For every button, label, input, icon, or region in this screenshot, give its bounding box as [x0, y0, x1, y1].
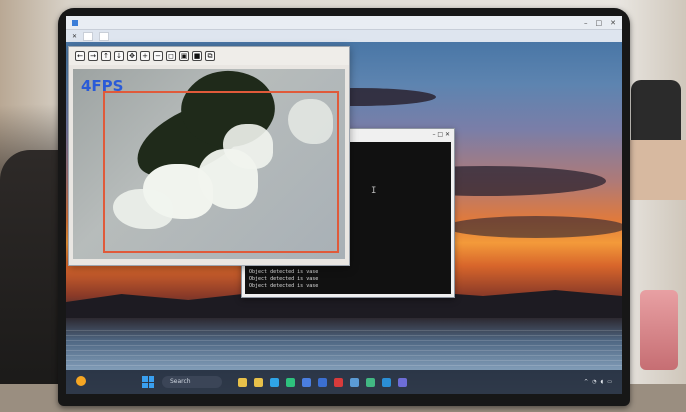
weather-icon[interactable]	[76, 376, 86, 386]
file-explorer-icon[interactable]	[238, 377, 247, 387]
store-icon[interactable]	[302, 377, 311, 387]
zoom-in-icon[interactable]: +	[140, 51, 150, 61]
windows-start-icon[interactable]	[142, 376, 154, 388]
minimize-icon[interactable]: –	[584, 19, 588, 27]
zoom-out-icon[interactable]: −	[153, 51, 163, 61]
camera-toolbar: ← → ↑ ↓ ✥ + − ◻ ▣ ■ ⧉	[69, 47, 349, 65]
address-bar: ✕	[66, 30, 622, 42]
system-tray: ^ ◔ ◖ ▭	[584, 379, 616, 385]
save-icon[interactable]: ▣	[179, 51, 189, 61]
wallpaper-water	[66, 326, 622, 366]
terminal-lines: Object detected is vase Object detected …	[249, 269, 318, 290]
close-icon[interactable]: ✕	[610, 19, 616, 27]
wallpaper-cloud	[446, 216, 622, 238]
arrow-right-icon[interactable]: →	[88, 51, 98, 61]
outlook-icon[interactable]	[318, 377, 327, 387]
app-icon[interactable]	[334, 377, 343, 387]
volume-icon[interactable]: ◖	[601, 379, 604, 385]
maximize-icon[interactable]: □	[596, 19, 603, 27]
address-tab[interactable]	[83, 31, 94, 41]
app-icon[interactable]	[398, 377, 407, 387]
app-icon[interactable]	[382, 377, 391, 387]
settings-icon[interactable]: ■	[192, 51, 202, 61]
taskbar: Search ^ ◔ ◖ ▭	[66, 370, 622, 394]
window-icon	[72, 19, 78, 26]
chrome-icon[interactable]	[286, 377, 295, 387]
edge-icon[interactable]	[270, 377, 279, 387]
camera-feed: 4FPS	[73, 69, 345, 259]
taskbar-apps	[238, 377, 407, 387]
arrow-left-icon[interactable]: ←	[75, 51, 85, 61]
arrow-up-icon[interactable]: ↑	[101, 51, 111, 61]
folder-icon[interactable]	[254, 377, 263, 387]
terminal-line: Object detected is vase	[249, 276, 319, 282]
chevron-up-icon[interactable]: ^	[584, 379, 588, 385]
taskbar-search[interactable]: Search	[162, 376, 222, 388]
wifi-icon[interactable]: ◔	[592, 379, 596, 385]
whatsapp-icon[interactable]	[366, 377, 375, 387]
close-tab-icon[interactable]: ✕	[72, 33, 77, 40]
camera-window[interactable]: ← → ↑ ↓ ✥ + − ◻ ▣ ■ ⧉ 4FPS	[68, 46, 350, 266]
window-title-bar: – □ ✕	[66, 16, 622, 30]
zoom-fit-icon[interactable]: ◻	[166, 51, 176, 61]
app-icon[interactable]	[350, 377, 359, 387]
copy-icon[interactable]: ⧉	[205, 51, 215, 61]
arrow-down-icon[interactable]: ↓	[114, 51, 124, 61]
window-controls: – □ ✕	[584, 19, 616, 27]
detection-bounding-box	[103, 91, 339, 253]
fps-counter: 4FPS	[81, 77, 124, 95]
address-tab[interactable]	[99, 31, 110, 41]
terminal-line: Object detected is vase	[249, 269, 319, 275]
laptop-screen: – □ ✕ ✕ – □ ✕ I Object detected is vase …	[66, 16, 622, 394]
terminal-window-controls: – □ ✕	[432, 131, 450, 138]
battery-icon[interactable]: ▭	[607, 379, 612, 385]
text-cursor-icon: I	[371, 186, 377, 196]
laptop: – □ ✕ ✕ – □ ✕ I Object detected is vase …	[58, 8, 630, 406]
pan-icon[interactable]: ✥	[127, 51, 137, 61]
terminal-line: Object detected is vase	[249, 283, 319, 289]
pink-object	[640, 290, 678, 370]
background-box	[626, 140, 686, 200]
